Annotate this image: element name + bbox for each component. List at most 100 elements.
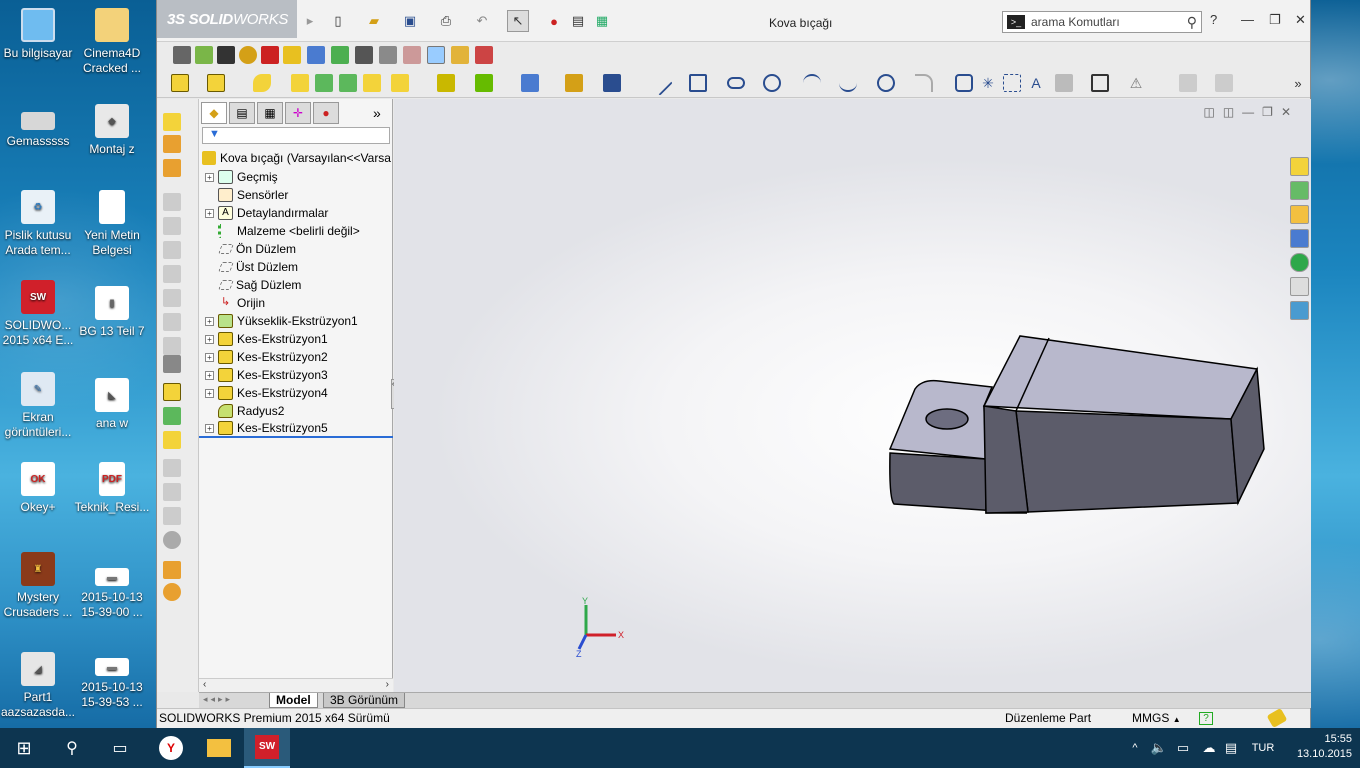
toolbar-overflow-icon[interactable]: » — [1287, 72, 1309, 94]
units-selector[interactable]: MMGS ▲ — [1132, 709, 1181, 729]
expand-icon[interactable]: + — [205, 334, 214, 344]
zebra-stripes-icon[interactable] — [427, 46, 445, 64]
expand-icon[interactable]: + — [205, 352, 214, 362]
tree-item[interactable]: + Geçmiş — [199, 168, 393, 186]
key-icon[interactable] — [283, 46, 301, 64]
scroll-left-icon[interactable]: ‹ — [203, 679, 206, 690]
graphics-viewport[interactable]: ◫◫—❐✕ Y X Z — [394, 99, 1311, 692]
sweep-tool-icon[interactable] — [163, 159, 181, 177]
design-library-icon[interactable] — [1290, 181, 1309, 200]
desktop-icon-screenshots[interactable]: ✎ Ekran görüntüleri... — [0, 372, 76, 440]
convert-entities-icon[interactable] — [1091, 74, 1109, 92]
reference-geometry-icon[interactable] — [437, 74, 455, 92]
desktop-icon-image-2[interactable]: ▬ 2015-10-13 15-39-53 ... — [74, 652, 150, 710]
tree-item[interactable]: + Yükseklik-Ekstrüzyon1 — [199, 312, 393, 330]
smart-dimension-icon[interactable] — [195, 46, 213, 64]
delete-face-icon[interactable] — [163, 483, 181, 501]
curves-icon[interactable] — [475, 74, 493, 92]
resources-icon[interactable] — [1290, 157, 1309, 176]
tree-item[interactable]: Sensörler — [199, 186, 393, 204]
move-entities-icon[interactable] — [1215, 74, 1233, 92]
circle-icon[interactable] — [763, 74, 781, 92]
tab-feature-manager[interactable]: ◆ — [201, 101, 227, 124]
appearance-icon[interactable] — [239, 46, 257, 64]
flex-icon[interactable] — [163, 531, 181, 549]
expand-icon[interactable]: + — [205, 172, 214, 182]
view-palette-icon[interactable] — [1290, 229, 1309, 248]
custom-properties-icon[interactable] — [1290, 277, 1309, 296]
draft-icon[interactable] — [363, 74, 381, 92]
text-icon[interactable]: A — [1027, 74, 1045, 92]
expand-icon[interactable]: + — [205, 370, 214, 380]
slot-icon[interactable] — [727, 77, 745, 89]
network-icon[interactable]: ▭ — [1172, 728, 1194, 768]
tree-horizontal-scrollbar[interactable]: ‹ › — [199, 678, 393, 692]
expand-icon[interactable]: + — [205, 388, 214, 398]
tree-item[interactable]: Radyus2 — [199, 402, 393, 420]
wrap-icon[interactable] — [163, 355, 181, 373]
line-icon[interactable] — [647, 70, 673, 96]
sketch-fillet-icon[interactable] — [915, 74, 933, 92]
panel-expand-icon[interactable]: » — [373, 105, 381, 121]
desktop-icon-part1[interactable]: ◢ Part1 aazsazasda... — [0, 652, 76, 720]
action-center-icon[interactable]: ▤ — [1220, 728, 1242, 768]
task-view-button[interactable]: ▭ — [96, 728, 144, 768]
desktop-icon-bg13[interactable]: ▮ BG 13 Teil 7 — [74, 286, 150, 339]
spline-icon[interactable] — [839, 74, 857, 92]
mirror-icon[interactable]: ⚠ — [1127, 74, 1145, 92]
search-commands-input[interactable]: >_ arama Komutları ⚲ — [1002, 11, 1202, 33]
clock[interactable]: 15:55 13.10.2015 — [1297, 732, 1352, 762]
tree-root-part[interactable]: Kova bıçağı (Varsayılan<<Varsa — [199, 148, 393, 168]
part-model[interactable] — [394, 99, 1311, 692]
desktop-icon-solidworks[interactable]: SW SOLIDWO... 2015 x64 E... — [0, 280, 76, 348]
volume-icon[interactable]: 🔈 — [1148, 728, 1170, 768]
point-icon[interactable]: ✳ — [979, 74, 997, 92]
help-status-icon[interactable]: ? — [1199, 712, 1213, 725]
tab-configuration-manager[interactable]: ▦ — [257, 101, 283, 124]
tree-item[interactable]: + Kes-Ekstrüzyon2 — [199, 348, 393, 366]
language-indicator[interactable]: TUR — [1246, 728, 1280, 768]
file-explorer-icon[interactable] — [1290, 205, 1309, 224]
split-icon[interactable] — [163, 561, 181, 579]
close-button[interactable]: ✕ — [1295, 12, 1306, 28]
equations-icon[interactable] — [307, 46, 325, 64]
extruded-cut-icon[interactable] — [207, 74, 225, 92]
desktop-icon-okey[interactable]: OK Okey+ — [0, 462, 76, 515]
curvature-icon[interactable] — [403, 46, 421, 64]
show-hidden-icons[interactable]: ^ — [1126, 728, 1144, 768]
yandex-browser-button[interactable]: Y — [148, 728, 194, 768]
tree-item[interactable]: Ön Düzlem — [199, 240, 393, 258]
shell-tool-icon[interactable] — [163, 383, 181, 401]
desktop-icon-cinema4d[interactable]: Cinema4D Cracked ... — [74, 8, 150, 76]
fillet-icon[interactable] — [253, 74, 271, 92]
expand-icon[interactable]: + — [205, 316, 214, 326]
rebuild-icon[interactable]: ● — [543, 10, 565, 32]
tab-dimxpert[interactable]: ✛ — [285, 101, 311, 124]
construction-icon[interactable] — [1003, 74, 1021, 92]
cloud-icon[interactable]: ☁ — [1198, 728, 1220, 768]
undo-icon[interactable]: ↶ — [471, 10, 493, 32]
desktop-icon-recycle-bin[interactable]: ♻ Pislik kutusu Arada tem... — [0, 190, 76, 258]
rectangle-icon[interactable] — [689, 74, 707, 92]
smart-dimension-sketch-icon[interactable] — [603, 74, 621, 92]
instant3d-icon[interactable] — [521, 74, 539, 92]
desktop-icon-text-document[interactable]: Yeni Metin Belgesi — [74, 190, 150, 258]
print-icon[interactable]: ⎙ — [435, 10, 457, 32]
move-face-icon[interactable] — [163, 459, 181, 477]
loft-tool-icon[interactable] — [163, 193, 181, 211]
tree-filter-input[interactable]: ▼ — [202, 127, 390, 144]
swept-cut-icon[interactable] — [163, 265, 181, 283]
select-pointer-icon[interactable]: ↖ — [507, 10, 529, 32]
hole-wizard-icon[interactable] — [163, 337, 181, 355]
desktop-icon-montaj[interactable]: ◆ Montaj z — [74, 104, 150, 157]
tab-model[interactable]: Model — [269, 693, 318, 708]
help-button[interactable]: ? — [1210, 12, 1217, 27]
expand-icon[interactable]: + — [205, 208, 214, 218]
tree-item[interactable]: Sağ Düzlem — [199, 276, 393, 294]
arc-icon[interactable] — [803, 74, 821, 92]
shell-icon[interactable] — [339, 74, 357, 92]
options-icon[interactable]: ▦ — [591, 10, 613, 32]
dome-icon[interactable] — [163, 507, 181, 525]
expand-icon[interactable]: + — [205, 423, 214, 433]
lofted-cut-icon[interactable] — [163, 289, 181, 307]
